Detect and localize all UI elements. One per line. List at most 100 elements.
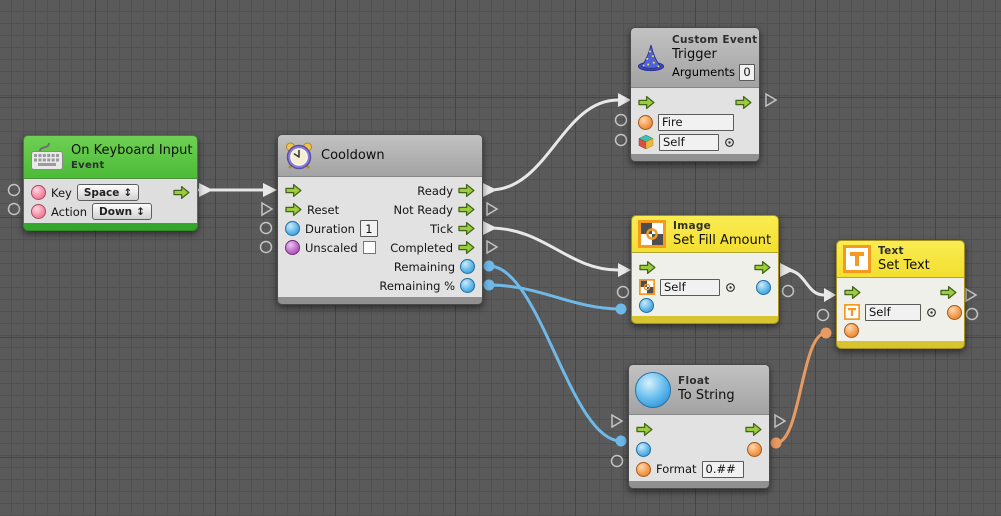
node-image-set-fill-amount[interactable]: Image Set Fill Amount xyxy=(631,215,779,324)
format-input[interactable] xyxy=(702,461,744,478)
port-stub-trigger-out[interactable] xyxy=(766,94,776,106)
node-header[interactable]: Cooldown xyxy=(278,135,482,177)
value-output-port[interactable] xyxy=(947,305,962,320)
node-footer xyxy=(278,297,482,304)
port-stub-float-format[interactable] xyxy=(612,456,623,467)
node-header[interactable]: Custom Event Trigger Arguments xyxy=(631,28,759,88)
port-stub-cooldown-completed[interactable] xyxy=(487,241,497,253)
wire-segment[interactable] xyxy=(489,285,621,309)
node-header[interactable]: Text Set Text xyxy=(837,241,964,278)
action-port[interactable] xyxy=(31,204,46,219)
unscaled-checkbox[interactable] xyxy=(363,241,376,254)
flow-input-port[interactable] xyxy=(844,285,861,300)
port-row xyxy=(844,282,957,302)
port-stub-text-out-value[interactable] xyxy=(967,309,978,320)
flow-input-port[interactable] xyxy=(636,422,653,437)
wire-segment[interactable] xyxy=(490,228,618,270)
node-body xyxy=(837,278,964,341)
port-stub-image-self[interactable] xyxy=(618,287,629,298)
arguments-input[interactable] xyxy=(739,64,755,81)
node-on-keyboard-input[interactable]: On Keyboard Input Event Key Space ↕ Acti… xyxy=(23,135,198,231)
unscaled-port[interactable] xyxy=(285,240,300,255)
fill-amount-input-port[interactable] xyxy=(639,298,654,313)
port-row-target xyxy=(844,302,957,322)
wire-segment[interactable] xyxy=(490,100,618,190)
port-stub-keyboard-key[interactable] xyxy=(9,185,20,196)
wire-ready-to-trigger[interactable] xyxy=(483,93,631,197)
text-value-input-port[interactable] xyxy=(844,323,859,338)
port-stub-cooldown-unscaled[interactable] xyxy=(261,242,272,253)
flow-graph-canvas[interactable]: On Keyboard Input Event Key Space ↕ Acti… xyxy=(0,0,1001,516)
node-custom-event-trigger[interactable]: Custom Event Trigger Arguments xyxy=(630,27,760,162)
port-stub-cooldown-notready[interactable] xyxy=(487,203,497,215)
node-footer xyxy=(629,481,769,488)
node-cooldown[interactable]: Cooldown Ready Reset Not Ready xyxy=(277,134,483,305)
value-output-port[interactable] xyxy=(756,280,771,295)
tick-output-port[interactable] xyxy=(458,221,475,236)
port-stub-trigger-fire[interactable] xyxy=(616,115,627,126)
port-stub-text-self[interactable] xyxy=(818,310,829,321)
wire-remaining-pct-to-image[interactable] xyxy=(484,280,627,315)
remaining-pct-output-port[interactable] xyxy=(460,278,475,293)
target-input[interactable] xyxy=(865,304,921,321)
node-header[interactable]: Image Set Fill Amount xyxy=(632,216,778,253)
flow-output-port[interactable] xyxy=(745,422,762,437)
key-port[interactable] xyxy=(31,185,46,200)
wire-segment[interactable] xyxy=(776,333,826,443)
completed-output-port[interactable] xyxy=(458,240,475,255)
port-stub-float-in-flow[interactable] xyxy=(612,415,622,427)
reset-input-port[interactable] xyxy=(285,202,302,217)
flow-input-port[interactable] xyxy=(285,183,302,198)
wire-segment[interactable] xyxy=(786,270,824,295)
wire-arrowhead xyxy=(780,263,794,277)
target-input[interactable] xyxy=(660,279,720,296)
flow-output-port[interactable] xyxy=(754,260,771,275)
wire-segment[interactable] xyxy=(489,266,621,441)
target-input[interactable] xyxy=(659,134,719,151)
node-category: Custom Event xyxy=(672,34,758,46)
key-dropdown[interactable]: Space ↕ xyxy=(77,184,139,201)
remaining-output-port[interactable] xyxy=(460,259,475,274)
gameobject-cube-icon[interactable] xyxy=(638,134,654,150)
port-stub-keyboard-action[interactable] xyxy=(9,204,20,215)
node-header[interactable]: On Keyboard Input Event xyxy=(24,136,197,179)
float-input-port[interactable] xyxy=(636,442,651,457)
not-ready-output-port[interactable] xyxy=(458,202,475,217)
duration-port[interactable] xyxy=(285,221,300,236)
port-stub-cooldown-duration[interactable] xyxy=(261,223,272,234)
image-mini-icon[interactable] xyxy=(639,279,655,295)
port-row-target xyxy=(639,277,771,297)
port-stub-float-out-flow[interactable] xyxy=(775,415,785,427)
flow-output-port[interactable] xyxy=(940,285,957,300)
duration-input[interactable] xyxy=(360,220,378,237)
wire-float-to-text[interactable] xyxy=(771,328,832,449)
text-icon xyxy=(843,245,871,273)
flow-input-port[interactable] xyxy=(638,95,655,110)
port-row-name xyxy=(638,112,752,132)
node-header[interactable]: Float To String xyxy=(629,365,769,415)
ready-output-port[interactable] xyxy=(458,183,475,198)
wire-keyboard-to-cooldown[interactable] xyxy=(199,183,277,197)
port-stub-image-out-value[interactable] xyxy=(783,286,794,297)
wizard-hat-icon xyxy=(637,43,665,73)
wire-remaining-to-float[interactable] xyxy=(484,261,627,447)
node-text-set-text[interactable]: Text Set Text xyxy=(836,240,965,349)
event-name-input[interactable] xyxy=(658,114,734,131)
port-stub-cooldown-reset[interactable] xyxy=(262,203,272,215)
key-label: Key xyxy=(51,186,72,200)
dropdown-arrows-icon: ↕ xyxy=(123,187,132,199)
event-name-port[interactable] xyxy=(638,115,653,130)
flow-output-port[interactable] xyxy=(735,95,752,110)
port-row-fill-amount xyxy=(639,297,771,314)
wire-tick-to-image[interactable] xyxy=(483,221,631,277)
flow-input-port[interactable] xyxy=(639,260,656,275)
action-dropdown[interactable]: Down ↕ xyxy=(92,203,152,220)
port-stub-trigger-self[interactable] xyxy=(616,135,627,146)
string-output-port[interactable] xyxy=(747,442,762,457)
format-port[interactable] xyxy=(636,462,651,477)
port-row xyxy=(636,419,762,439)
text-mini-icon[interactable] xyxy=(844,304,860,320)
flow-output-port[interactable] xyxy=(173,185,190,200)
node-float-to-string[interactable]: Float To String Format xyxy=(628,364,770,489)
port-stub-text-out-flow[interactable] xyxy=(966,289,976,301)
